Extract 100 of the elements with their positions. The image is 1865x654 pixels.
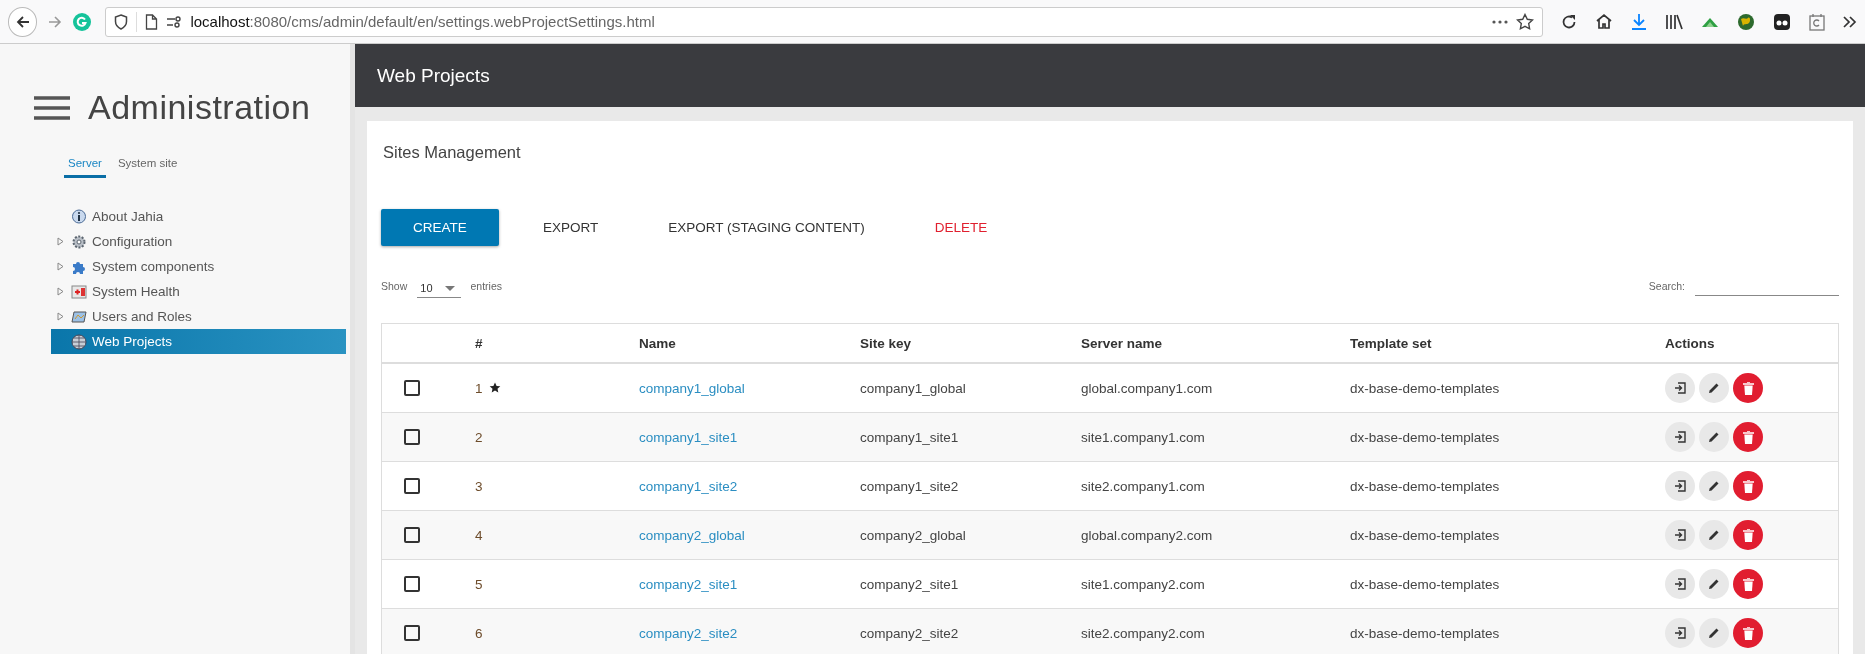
edit-button[interactable]: [1699, 520, 1729, 550]
address-bar[interactable]: localhost:8080/cms/admin/default/en/settings.webProjectSettings.html: [105, 6, 1543, 37]
url-text: localhost:8080/cms/admin/default/en/settings.webProjectSettings.html: [190, 13, 655, 30]
delete-button[interactable]: [1733, 373, 1763, 403]
show-label: Show: [381, 280, 408, 294]
library-icon[interactable]: [1665, 13, 1683, 30]
reload-icon[interactable]: [1561, 13, 1577, 30]
first-aid-icon: [71, 283, 87, 300]
edit-button[interactable]: [1699, 422, 1729, 452]
pencil-icon: [1708, 578, 1720, 590]
enter-icon: [1674, 480, 1686, 492]
site-link[interactable]: company1_site2: [639, 478, 738, 494]
delete-button[interactable]: [1733, 569, 1763, 599]
delete-button[interactable]: [1733, 618, 1763, 648]
table-cell: site2.company2.com: [1081, 625, 1205, 641]
card-icon: [71, 308, 87, 325]
trash-icon: [1742, 528, 1754, 542]
home-icon[interactable]: [1595, 13, 1613, 30]
row-checkbox[interactable]: [404, 576, 420, 593]
menu-button[interactable]: [34, 95, 70, 120]
expand-icon[interactable]: [57, 262, 64, 271]
site-link[interactable]: company1_global: [639, 380, 745, 396]
delete-button[interactable]: [1733, 520, 1763, 550]
table-cell: company1_site2: [860, 478, 959, 494]
table-cell: company2_site2: [860, 625, 959, 641]
tree-item[interactable]: System components: [51, 254, 346, 279]
overflow-icon[interactable]: [1843, 14, 1857, 29]
site-link[interactable]: company2_site1: [639, 576, 738, 592]
enter-button[interactable]: [1665, 471, 1695, 501]
forward-icon[interactable]: [47, 13, 64, 30]
pencil-icon: [1708, 382, 1720, 394]
column-header: Template set: [1350, 335, 1432, 351]
enter-button[interactable]: [1665, 618, 1695, 648]
enter-icon: [1674, 382, 1686, 394]
row-checkbox[interactable]: [404, 380, 420, 397]
sidebar-tab[interactable]: System site: [113, 153, 182, 178]
tree-item[interactable]: About Jahia: [51, 204, 346, 229]
row-checkbox[interactable]: [404, 478, 420, 495]
table-cell: global.company2.com: [1081, 527, 1213, 543]
back-button[interactable]: [8, 6, 38, 37]
table-cell: dx-base-demo-templates: [1350, 478, 1500, 494]
star-icon[interactable]: [1516, 12, 1534, 31]
site-link[interactable]: company1_site1: [639, 429, 738, 445]
calendar-icon[interactable]: [1809, 12, 1825, 31]
globe-icon: [71, 333, 87, 350]
delete-button[interactable]: [1733, 422, 1763, 452]
pencil-icon: [1708, 431, 1720, 443]
gear-icon: [71, 233, 87, 250]
column-header: Name: [639, 335, 676, 351]
download-icon[interactable]: [1631, 12, 1647, 31]
table-cell: company1_site1: [860, 429, 959, 445]
globe-icon[interactable]: [1737, 12, 1755, 31]
trash-icon: [1742, 626, 1754, 640]
sidebar-tab[interactable]: Server: [64, 153, 106, 178]
shield-icon: [114, 13, 129, 30]
action-button[interactable]: CREATE: [381, 209, 499, 246]
enter-icon: [1674, 627, 1686, 639]
trash-icon: [1742, 577, 1754, 591]
row-checkbox[interactable]: [404, 625, 420, 642]
table-cell: dx-base-demo-templates: [1350, 625, 1500, 641]
enter-icon: [1674, 578, 1686, 590]
enter-button[interactable]: [1665, 569, 1695, 599]
page-title: Web Projects: [377, 64, 490, 87]
expand-icon[interactable]: [57, 312, 64, 321]
edit-button[interactable]: [1699, 471, 1729, 501]
table-cell: site1.company2.com: [1081, 576, 1205, 592]
table-cell: dx-base-demo-templates: [1350, 380, 1500, 396]
tree-item[interactable]: Users and Roles: [51, 304, 346, 329]
tree-item[interactable]: Configuration: [51, 229, 346, 254]
expand-icon[interactable]: [57, 287, 64, 296]
action-button[interactable]: EXPORT (STAGING CONTENT): [650, 209, 883, 246]
action-button[interactable]: DELETE: [916, 209, 1006, 246]
more-icon[interactable]: [1492, 19, 1508, 24]
tree-item[interactable]: Web Projects: [51, 329, 346, 354]
edit-button[interactable]: [1699, 373, 1729, 403]
sidebar-title: Administration: [88, 88, 311, 127]
permissions-icon[interactable]: [166, 14, 183, 29]
tree-item[interactable]: System Health: [51, 279, 346, 304]
enter-button[interactable]: [1665, 422, 1695, 452]
enter-button[interactable]: [1665, 373, 1695, 403]
extension-icon[interactable]: [1773, 12, 1791, 31]
entries-label: entries: [470, 280, 503, 294]
row-checkbox[interactable]: [404, 527, 420, 544]
enter-icon: [1674, 431, 1686, 443]
page-size-select[interactable]: 10: [417, 282, 461, 298]
action-button[interactable]: EXPORT: [525, 209, 617, 246]
site-link[interactable]: company2_site2: [639, 625, 738, 641]
table-cell: company1_global: [860, 380, 966, 396]
pencil-icon: [1708, 627, 1720, 639]
edit-button[interactable]: [1699, 618, 1729, 648]
column-header: Actions: [1665, 335, 1715, 351]
site-link[interactable]: company2_global: [639, 527, 745, 543]
delete-button[interactable]: [1733, 471, 1763, 501]
column-header: Site key: [860, 335, 912, 351]
info-icon: [71, 208, 87, 225]
enter-button[interactable]: [1665, 520, 1695, 550]
row-checkbox[interactable]: [404, 429, 420, 446]
edit-button[interactable]: [1699, 569, 1729, 599]
expand-icon[interactable]: [57, 237, 64, 246]
trash-icon: [1742, 430, 1754, 444]
